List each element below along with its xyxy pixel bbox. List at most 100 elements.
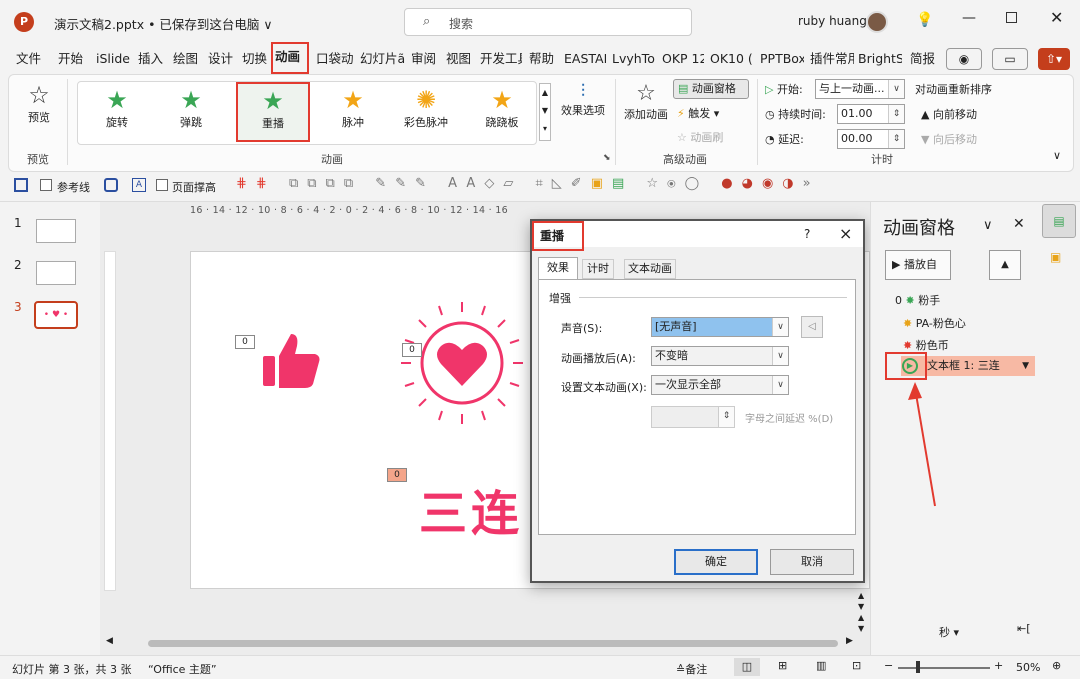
chevron-down-icon[interactable]: ∨: [983, 218, 993, 233]
normal-view-icon[interactable]: ◫: [734, 658, 760, 676]
sound-select[interactable]: [无声音] ∨: [651, 317, 789, 337]
spinner-icon[interactable]: ⇕: [888, 105, 904, 123]
tab-home[interactable]: 开始: [58, 44, 83, 74]
grid-icon[interactable]: ⋕: [256, 176, 276, 191]
tab-islide[interactable]: iSlide: [96, 44, 130, 74]
tab-insert[interactable]: 插入: [138, 44, 163, 74]
tab-developer[interactable]: 开发工具: [480, 44, 522, 74]
align-icon[interactable]: ⧉: [344, 176, 362, 191]
align-icon[interactable]: ⧉: [326, 176, 344, 191]
dialog-tab-effect[interactable]: 效果: [538, 257, 578, 279]
minimize-icon[interactable]: —: [962, 10, 976, 26]
thumbs-up-icon[interactable]: [261, 330, 321, 390]
powerpoint-logo-icon[interactable]: P: [14, 12, 34, 32]
text-anim-select[interactable]: 一次显示全部 ∨: [651, 375, 789, 395]
record-button[interactable]: ◉: [946, 48, 982, 70]
save-icon[interactable]: [14, 178, 28, 192]
tab-file[interactable]: 文件: [16, 44, 41, 74]
tab-draw[interactable]: 绘图: [173, 44, 198, 74]
tab-eastai[interactable]: EASTAI: [564, 44, 606, 74]
vertical-scroll-controls[interactable]: ▲ ▼ ▲ ▼: [858, 590, 864, 634]
effect-color-pulse[interactable]: ✺ 彩色脉冲: [396, 86, 456, 130]
grid-icon[interactable]: ⋕: [236, 176, 256, 191]
eyedropper-icon[interactable]: ✎: [395, 176, 415, 191]
trigger-button[interactable]: ⚡ 触发 ▾: [677, 105, 719, 121]
slide-thumbnail-2[interactable]: [36, 261, 76, 285]
fragment-icon[interactable]: ◕: [742, 176, 762, 191]
tab-help[interactable]: 帮助: [529, 44, 554, 74]
after-anim-select[interactable]: 不变暗 ∨: [651, 346, 789, 366]
dialog-tab-timing[interactable]: 计时: [582, 259, 614, 279]
font-color-icon[interactable]: A: [466, 176, 484, 191]
avatar[interactable]: [866, 11, 888, 33]
fragment-icon[interactable]: ◉: [762, 176, 782, 191]
effect-teeter[interactable]: ★ 跷跷板: [474, 86, 530, 130]
tab-view[interactable]: 视图: [446, 44, 471, 74]
shape-icon[interactable]: ◺: [552, 176, 571, 191]
zoom-slider-thumb[interactable]: [916, 661, 920, 673]
duration-input[interactable]: 01.00 ⇕: [837, 104, 905, 124]
shape-icon[interactable]: ◯: [685, 176, 709, 191]
speaker-icon[interactable]: ◁: [801, 316, 823, 338]
search-box[interactable]: ⌕ 搜索: [404, 8, 692, 36]
anim-list-item[interactable]: ✸ PA-粉色心: [903, 315, 966, 331]
help-icon[interactable]: ?: [804, 227, 810, 241]
eyedropper-icon[interactable]: ✎: [415, 176, 435, 191]
more-icon[interactable]: »: [803, 176, 820, 191]
effect-options-button[interactable]: ⫶ 效果选项: [557, 81, 609, 118]
effect-replay[interactable]: ★ 重播: [236, 82, 310, 142]
slide-thumbnail-1[interactable]: [36, 219, 76, 243]
effect-bounce[interactable]: ★ 弹跳: [166, 86, 216, 130]
dialog-tab-text-anim[interactable]: 文本动画: [624, 259, 676, 279]
anim-list-item[interactable]: 0 ✸ 粉手: [895, 292, 940, 308]
eyedropper-icon[interactable]: ✎: [375, 176, 395, 191]
anim-list-item[interactable]: ✸ 粉色币: [903, 337, 949, 353]
seconds-label[interactable]: 秒 ▾: [939, 624, 959, 640]
preview-button[interactable]: ☆ 预览: [19, 81, 59, 137]
slide-thumbnail-3[interactable]: • ♥ •: [34, 301, 78, 329]
move-up-button[interactable]: ▲: [989, 250, 1021, 280]
heart-burst[interactable]: [397, 298, 527, 428]
tab-review[interactable]: 审阅: [411, 44, 436, 74]
fragment-icon[interactable]: ◑: [782, 176, 802, 191]
crop-icon[interactable]: ⌗: [535, 176, 551, 191]
comments-button[interactable]: ▭: [992, 48, 1028, 70]
zoom-timeline-icon[interactable]: ⇤[: [1017, 622, 1031, 635]
move-earlier-button[interactable]: ▲ 向前移动: [921, 106, 977, 122]
tab-design[interactable]: 设计: [208, 44, 233, 74]
slideshow-view-icon[interactable]: ⊡: [852, 659, 861, 672]
zoom-out-icon[interactable]: −: [884, 659, 893, 672]
tab-ok10[interactable]: OK10 (: [710, 44, 756, 74]
delay-input[interactable]: 00.00 ⇕: [837, 129, 905, 149]
tab-slideshow[interactable]: 幻灯片ã: [360, 44, 406, 74]
gallery-scroll[interactable]: ▲ ▼ ▾: [539, 83, 551, 141]
tab-plugins[interactable]: 插件常用: [810, 44, 854, 74]
square-icon[interactable]: [104, 178, 118, 192]
animation-pane-button[interactable]: ▤ 动画窗格: [673, 79, 749, 99]
pane-icon[interactable]: ▤: [612, 176, 633, 191]
tab-brightslide[interactable]: BrightS: [858, 44, 902, 74]
add-animation-button[interactable]: ☆ 添加动画: [621, 81, 671, 122]
tab-pptbox[interactable]: PPTBox: [760, 44, 804, 74]
toolbar-icons[interactable]: ⋕⋕ ⧉⧉⧉⧉ ✎✎✎ AA◇▱ ⌗◺✐▣▤ ☆⦿◯ ●◕◉◑»: [236, 176, 1036, 196]
close-icon[interactable]: ×: [839, 224, 852, 243]
star-icon[interactable]: ☆: [646, 176, 667, 191]
tab-okplus[interactable]: OKP 12: [662, 44, 704, 74]
zoom-slider[interactable]: [898, 667, 990, 669]
tab-pocket-anim[interactable]: 口袋动: [316, 44, 354, 74]
dialog-launcher-icon[interactable]: ⬊: [603, 153, 611, 163]
tab-transitions[interactable]: 切换: [242, 44, 267, 74]
play-from-button[interactable]: ▶ 播放自: [885, 250, 951, 280]
align-icon[interactable]: ⧉: [307, 176, 325, 191]
effect-pulse[interactable]: ★ 脉冲: [328, 86, 378, 130]
effect-spin[interactable]: ★ 旋转: [92, 86, 142, 130]
dropdown-arrow-icon[interactable]: ▼: [1022, 356, 1029, 376]
collapse-ribbon-icon[interactable]: ∨: [1053, 149, 1061, 162]
user-name[interactable]: ruby huang: [798, 14, 867, 28]
spinner-icon[interactable]: ⇕: [888, 130, 904, 148]
reading-view-icon[interactable]: ▥: [816, 659, 826, 672]
select-icon[interactable]: ▣: [591, 176, 612, 191]
brush-icon[interactable]: ✐: [571, 176, 591, 191]
animation-pane-toggle-icon[interactable]: ▤: [1042, 204, 1076, 238]
lightbulb-icon[interactable]: 💡: [916, 12, 933, 28]
